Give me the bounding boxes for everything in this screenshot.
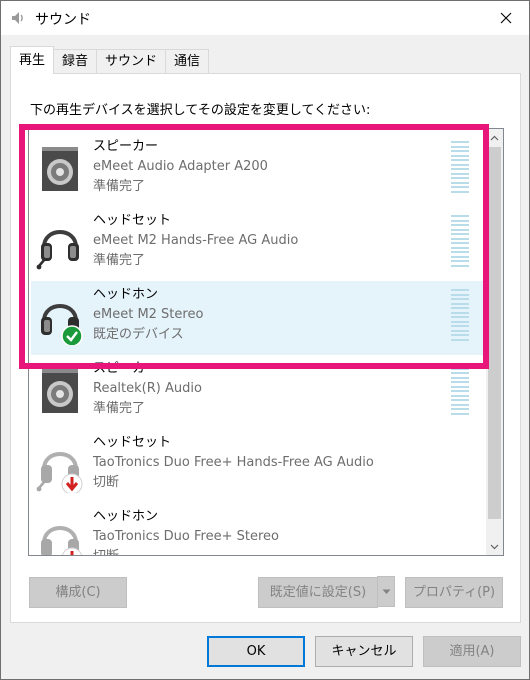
tab-strip: 再生 録音 サウンド 通信 (10, 46, 210, 74)
device-name: ヘッドセット (93, 435, 172, 450)
scroll-up-button[interactable] (486, 129, 503, 146)
level-meter (451, 141, 469, 193)
ok-button[interactable]: OK (207, 636, 305, 667)
device-status: 既定のデバイス (93, 327, 184, 342)
tab-sounds[interactable]: サウンド (96, 49, 167, 74)
device-name: ヘッドセット (93, 213, 172, 228)
device-status: 切断 (93, 475, 120, 490)
set-default-button[interactable]: 既定値に設定(S) (258, 577, 378, 608)
headphones-disconnected-icon (41, 526, 83, 555)
playback-panel: 下の再生デバイスを選択してその設定を変更してください: スピーカー eMeet … (10, 73, 521, 623)
tab-recording[interactable]: 録音 (53, 49, 98, 74)
device-list[interactable]: スピーカー eMeet Audio Adapter A200 準備完了 ヘッドセ… (28, 128, 504, 556)
device-item-selected[interactable]: ヘッドホン eMeet M2 Stereo 既定のデバイス (31, 281, 483, 355)
scroll-down-button[interactable] (486, 538, 503, 555)
device-item[interactable]: ヘッドセット eMeet M2 Hands-Free AG Audio 準備完了 (31, 207, 483, 281)
chevron-up-icon (490, 135, 499, 140)
sound-dialog: サウンド 再生 録音 サウンド 通信 下の再生デバイスを選択してその設定を変更し… (0, 0, 530, 680)
close-icon (500, 12, 512, 24)
device-status: 準備完了 (93, 401, 146, 416)
device-description: TaoTronics Duo Free+ Stereo (93, 529, 279, 544)
device-description: eMeet M2 Stereo (93, 307, 204, 322)
window-title: サウンド (35, 12, 91, 28)
level-meter (451, 363, 469, 415)
device-status: 準備完了 (93, 179, 146, 194)
instruction-text: 下の再生デバイスを選択してその設定を変更してください: (30, 103, 371, 118)
set-default-dropdown[interactable] (377, 576, 395, 607)
device-name: ヘッドホン (93, 287, 159, 302)
device-item[interactable]: ヘッドホン TaoTronics Duo Free+ Stereo 切断 (31, 503, 483, 555)
scroll-thumb[interactable] (488, 147, 501, 519)
device-item[interactable]: スピーカー Realtek(R) Audio 準備完了 (31, 355, 483, 429)
device-description: Realtek(R) Audio (93, 381, 202, 396)
device-status: 切断 (93, 547, 279, 555)
title-bar[interactable]: サウンド (1, 1, 529, 35)
device-description: TaoTronics Duo Free+ Hands-Free AG Audio (93, 455, 374, 470)
speaker-icon (42, 369, 78, 413)
level-meter (451, 289, 469, 341)
vertical-scrollbar[interactable] (486, 129, 503, 555)
level-meter (451, 215, 469, 267)
chevron-down-icon (490, 544, 499, 549)
device-status: 準備完了 (93, 253, 146, 268)
properties-button[interactable]: プロパティ(P) (405, 577, 503, 608)
device-item[interactable]: ヘッドセット TaoTronics Duo Free+ Hands-Free A… (31, 429, 483, 503)
device-name: スピーカー (93, 361, 159, 376)
device-item[interactable]: スピーカー eMeet Audio Adapter A200 準備完了 (31, 133, 483, 207)
device-description: eMeet Audio Adapter A200 (93, 159, 268, 174)
speaker-icon (42, 147, 78, 191)
cancel-button[interactable]: キャンセル (315, 636, 413, 667)
headset-icon (36, 230, 79, 270)
headset-disconnected-icon (36, 452, 83, 493)
headphones-default-icon (41, 304, 83, 345)
tab-playback[interactable]: 再生 (10, 46, 55, 74)
device-name: スピーカー (93, 139, 159, 154)
device-description: eMeet M2 Hands-Free AG Audio (93, 233, 299, 248)
close-button[interactable] (483, 1, 529, 35)
device-name: ヘッドホン (93, 509, 159, 524)
apply-button[interactable]: 適用(A) (423, 636, 521, 667)
tab-communications[interactable]: 通信 (165, 49, 210, 74)
configure-button[interactable]: 構成(C) (29, 577, 127, 608)
chevron-down-icon (382, 589, 390, 594)
speaker-icon (12, 12, 23, 24)
